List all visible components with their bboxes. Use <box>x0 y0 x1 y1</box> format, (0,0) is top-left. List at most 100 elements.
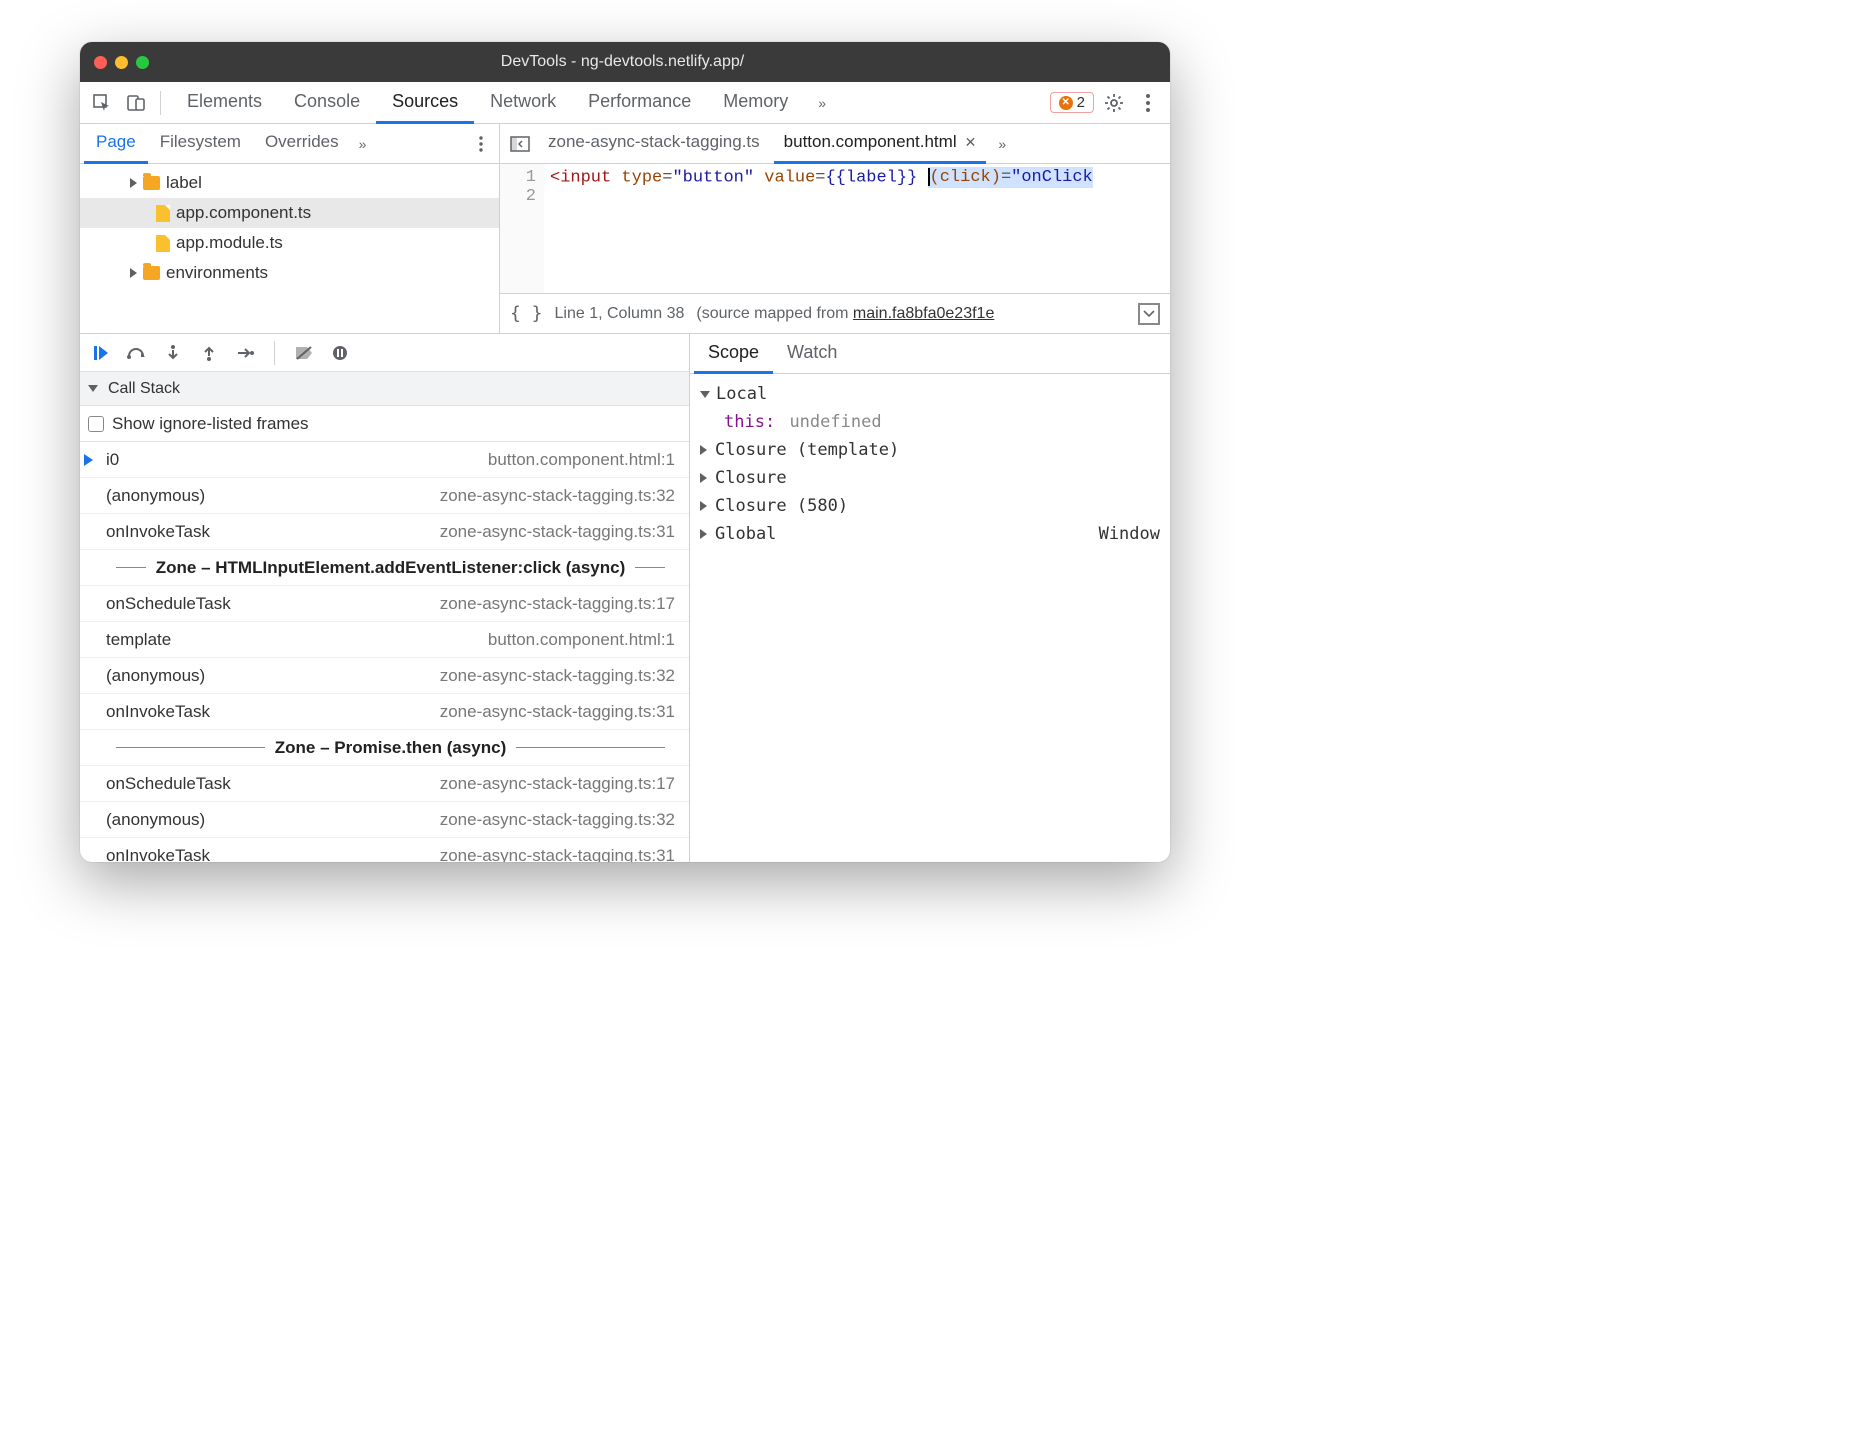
nav-more-chevron-icon[interactable]: » <box>351 136 375 152</box>
pause-exceptions-icon[interactable] <box>329 345 351 361</box>
tab-memory[interactable]: Memory <box>707 82 804 124</box>
tab-network[interactable]: Network <box>474 82 572 124</box>
nav-tab-filesystem[interactable]: Filesystem <box>148 124 253 164</box>
cursor-position: Line 1, Column 38 <box>555 305 685 323</box>
editor-pane: zone-async-stack-tagging.ts button.compo… <box>500 124 1170 333</box>
toggle-navigator-icon[interactable] <box>506 130 534 158</box>
expand-icon <box>130 178 137 188</box>
show-ignore-listed-checkbox[interactable] <box>88 416 104 432</box>
frame-name: (anonymous) <box>106 486 205 506</box>
folder-icon <box>143 266 160 280</box>
line-gutter: 1 2 <box>500 164 544 293</box>
step-into-icon[interactable] <box>162 345 184 361</box>
settings-gear-icon[interactable] <box>1100 89 1128 117</box>
nav-kebab-menu-icon[interactable] <box>467 130 495 158</box>
frame-location: zone-async-stack-tagging.ts:31 <box>440 702 675 722</box>
nav-tab-overrides[interactable]: Overrides <box>253 124 351 164</box>
frame-location: zone-async-stack-tagging.ts:32 <box>440 486 675 506</box>
deactivate-breakpoints-icon[interactable] <box>293 346 315 360</box>
tree-file-app-module[interactable]: app.module.ts <box>80 228 499 258</box>
navigator-pane: Page Filesystem Overrides » label <box>80 124 500 333</box>
editor-tab-button-component[interactable]: button.component.html ✕ <box>774 124 987 164</box>
stack-frame[interactable]: i0button.component.html:1 <box>80 442 689 478</box>
scope-watch-tabs: Scope Watch <box>690 334 1170 374</box>
maximize-window-button[interactable] <box>136 56 149 69</box>
devtools-window: DevTools - ng-devtools.netlify.app/ Elem… <box>80 42 1170 862</box>
scope-closure-template[interactable]: Closure (template) <box>700 436 1160 464</box>
error-count-badge[interactable]: ✕ 2 <box>1050 92 1094 113</box>
more-tabs-chevron-icon[interactable]: » <box>810 95 834 111</box>
tab-scope[interactable]: Scope <box>694 334 773 374</box>
checkbox-label: Show ignore-listed frames <box>112 414 309 434</box>
scope-local[interactable]: Local <box>700 380 1160 408</box>
stack-frame[interactable]: (anonymous)zone-async-stack-tagging.ts:3… <box>80 802 689 838</box>
close-window-button[interactable] <box>94 56 107 69</box>
debugger-split: Call Stack Show ignore-listed frames i0b… <box>80 334 1170 862</box>
stack-frame[interactable]: onScheduleTaskzone-async-stack-tagging.t… <box>80 586 689 622</box>
kebab-menu-icon[interactable] <box>1134 89 1162 117</box>
stack-frame[interactable]: onInvokeTaskzone-async-stack-tagging.ts:… <box>80 838 689 862</box>
stack-frame[interactable]: onInvokeTaskzone-async-stack-tagging.ts:… <box>80 514 689 550</box>
upper-split: Page Filesystem Overrides » label <box>80 124 1170 334</box>
tab-sources[interactable]: Sources <box>376 82 474 124</box>
pretty-print-icon[interactable]: { } <box>510 303 543 324</box>
folder-icon <box>143 176 160 190</box>
frame-location: button.component.html:1 <box>488 630 675 650</box>
separator <box>160 91 161 115</box>
tab-label: button.component.html <box>784 132 957 152</box>
expand-icon <box>700 529 707 539</box>
call-stack-list: i0button.component.html:1 (anonymous) zon… <box>80 442 689 862</box>
dropdown-caret-icon[interactable] <box>1138 303 1160 325</box>
tab-label: zone-async-stack-tagging.ts <box>548 132 760 152</box>
step-icon[interactable] <box>234 347 256 359</box>
error-icon: ✕ <box>1059 96 1073 110</box>
expand-icon <box>700 445 707 455</box>
async-boundary: Zone – HTMLInputElement.addEventListener… <box>80 550 689 586</box>
frame-location: zone-async-stack-tagging.ts:32 <box>440 666 675 686</box>
editor-more-chevron-icon[interactable]: » <box>990 136 1014 152</box>
frame-name: onScheduleTask <box>106 774 231 794</box>
var-name: this: <box>724 412 775 432</box>
window-title: DevTools - ng-devtools.netlify.app/ <box>149 53 1156 71</box>
step-over-icon[interactable] <box>126 346 148 360</box>
collapse-icon <box>700 391 710 398</box>
stack-frame[interactable]: (anonymous) zone-async-stack-tagging.ts:3… <box>80 478 689 514</box>
close-tab-icon[interactable]: ✕ <box>965 134 977 151</box>
scope-global[interactable]: GlobalWindow <box>700 520 1160 548</box>
navigator-tabs: Page Filesystem Overrides » <box>80 124 499 164</box>
step-out-icon[interactable] <box>198 345 220 361</box>
stack-frame[interactable]: templatebutton.component.html:1 <box>80 622 689 658</box>
tree-file-app-component[interactable]: app.component.ts <box>80 198 499 228</box>
tree-folder-environments[interactable]: environments <box>80 258 499 288</box>
scope-closure-580[interactable]: Closure (580) <box>700 492 1160 520</box>
stack-frame[interactable]: onScheduleTask zone-async-stack-tagging.t… <box>80 766 689 802</box>
frame-name: onScheduleTask <box>106 594 231 614</box>
tab-performance[interactable]: Performance <box>572 82 707 124</box>
source-map-link[interactable]: main.fa8bfa0e23f1e <box>853 305 994 322</box>
tab-watch[interactable]: Watch <box>773 334 851 374</box>
scope-label: Closure (template) <box>715 440 899 460</box>
tab-console[interactable]: Console <box>278 82 376 124</box>
scope-label: Global <box>715 524 776 544</box>
inspect-element-icon[interactable] <box>88 89 116 117</box>
scope-var-this[interactable]: this: undefined <box>700 408 1160 436</box>
code-editor[interactable]: 1 2 <input type="button" value={{label}}… <box>500 164 1170 293</box>
scope-closure[interactable]: Closure <box>700 464 1160 492</box>
nav-tab-page[interactable]: Page <box>84 124 148 164</box>
editor-tab-zone[interactable]: zone-async-stack-tagging.ts <box>538 124 770 164</box>
stack-frame[interactable]: (anonymous)zone-async-stack-tagging.ts:3… <box>80 658 689 694</box>
file-icon <box>156 205 170 222</box>
tab-elements[interactable]: Elements <box>171 82 278 124</box>
frame-name: onInvokeTask <box>106 702 210 722</box>
device-toggle-icon[interactable] <box>122 89 150 117</box>
frame-name: onInvokeTask <box>106 846 210 863</box>
tree-folder-label[interactable]: label <box>80 168 499 198</box>
frame-location: zone-async-stack-tagging.ts:32 <box>440 810 675 830</box>
content-area: Page Filesystem Overrides » label <box>80 124 1170 862</box>
minimize-window-button[interactable] <box>115 56 128 69</box>
resume-icon[interactable] <box>90 345 112 361</box>
stack-frame[interactable]: onInvokeTask zone-async-stack-tagging.ts:… <box>80 694 689 730</box>
frame-location: zone-async-stack-tagging.ts:17 <box>440 774 675 794</box>
call-stack-header[interactable]: Call Stack <box>80 372 689 406</box>
show-ignore-listed-row: Show ignore-listed frames <box>80 406 689 442</box>
